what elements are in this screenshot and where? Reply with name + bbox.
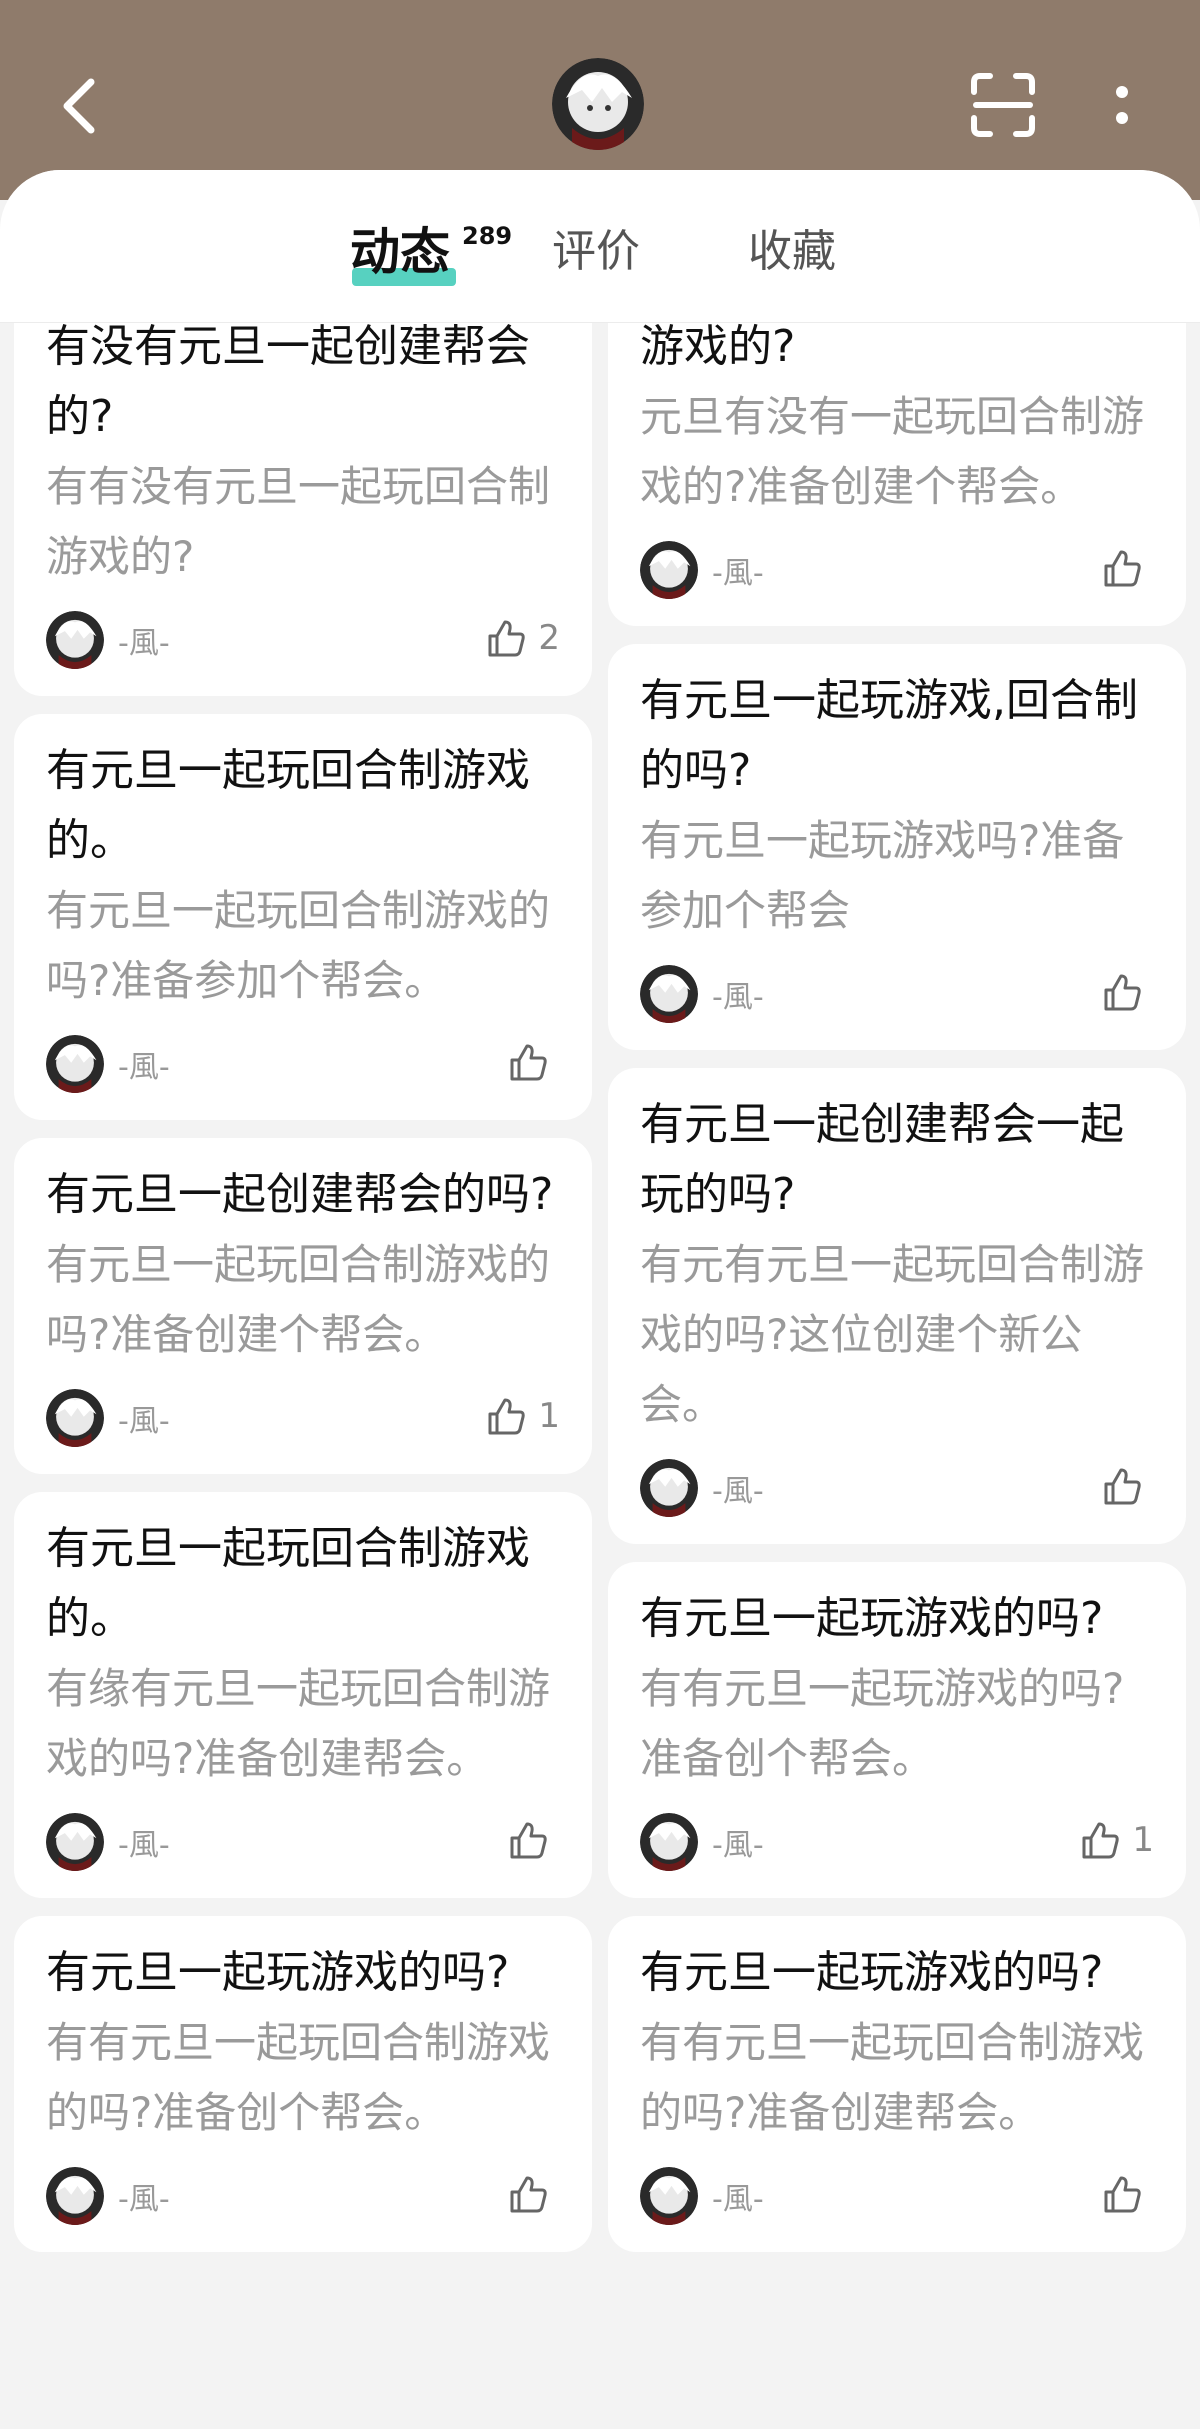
author-name[interactable]: -風-: [712, 972, 764, 1016]
like-button[interactable]: [1100, 2172, 1154, 2216]
like-count: 1: [1132, 1820, 1154, 1860]
like-count: 1: [538, 1396, 560, 1436]
author-avatar[interactable]: [46, 1813, 104, 1871]
post-title: 有元旦一起创建帮会的吗?: [46, 1169, 554, 1220]
back-chevron-icon[interactable]: [54, 76, 104, 136]
author-name[interactable]: -風-: [118, 1820, 170, 1864]
author-avatar[interactable]: [640, 2167, 698, 2225]
thumbs-up-icon: [506, 1040, 550, 1084]
author-name[interactable]: -風-: [118, 618, 170, 662]
author-avatar[interactable]: [640, 1813, 698, 1871]
like-button[interactable]: 1: [484, 1394, 560, 1438]
content-sheet: 动态 289 评价 收藏 有没有元旦一起创建帮会的? 有有没有元旦一起玩回合制游戏…: [0, 170, 1200, 2429]
like-button[interactable]: 2: [484, 616, 560, 660]
tab-dongtai[interactable]: 动态: [350, 222, 450, 282]
thumbs-up-icon: [484, 1394, 528, 1438]
post-meta: -風-: [640, 1458, 1154, 1518]
thumbs-up-icon: [506, 1818, 550, 1862]
tab-label: 评价: [552, 226, 640, 277]
tab-label: 收藏: [748, 226, 836, 277]
feed-column-left: 有没有元旦一起创建帮会的? 有有没有元旦一起玩回合制游戏的? -風- 2 有元旦一起玩回…: [14, 322, 592, 2270]
like-button[interactable]: [506, 1040, 560, 1084]
scan-icon[interactable]: [970, 72, 1036, 138]
post-body: 有有元旦一起玩回合制游戏的吗?准备创个帮会。: [46, 2018, 551, 2137]
author-avatar[interactable]: [640, 541, 698, 599]
author-name[interactable]: -風-: [118, 2174, 170, 2218]
thumbs-up-icon: [1100, 1464, 1144, 1508]
feed-column-right: 游戏的? 元旦有没有一起玩回合制游戏的?准备创建个帮会。 -風- 有元旦一起玩游戏,回…: [608, 322, 1186, 2270]
like-button[interactable]: [1100, 546, 1154, 590]
post-body: 有有元旦一起玩游戏的吗?准备创个帮会。: [640, 1664, 1125, 1783]
post-card[interactable]: 有没有元旦一起创建帮会的? 有有没有元旦一起玩回合制游戏的? -風- 2: [14, 322, 592, 696]
post-meta: -風- 1: [46, 1388, 560, 1448]
post-card[interactable]: 有元旦一起创建帮会的吗? 有元旦一起玩回合制游戏的吗?准备创建个帮会。 -風- 1: [14, 1138, 592, 1474]
post-body: 有元有元旦一起玩回合制游戏的吗?这位创建个新公会。: [640, 1240, 1145, 1429]
user-avatar[interactable]: [552, 58, 644, 150]
post-title: 有元旦一起玩游戏的吗?: [46, 1947, 510, 1998]
post-card[interactable]: 有元旦一起玩游戏的吗? 有有元旦一起玩回合制游戏的吗?准备创个帮会。 -風-: [14, 1916, 592, 2252]
tab-count-badge: 289: [462, 222, 513, 250]
author-avatar[interactable]: [46, 1035, 104, 1093]
like-button[interactable]: [1100, 970, 1154, 1014]
author-name[interactable]: -風-: [118, 1042, 170, 1086]
like-button[interactable]: 1: [1078, 1818, 1154, 1862]
like-button[interactable]: [1100, 1464, 1154, 1508]
author-name[interactable]: -風-: [712, 2174, 764, 2218]
post-card[interactable]: 游戏的? 元旦有没有一起玩回合制游戏的?准备创建个帮会。 -風-: [608, 322, 1186, 626]
thumbs-up-icon: [1100, 970, 1144, 1014]
post-title: 有元旦一起玩游戏,回合制的吗?: [640, 675, 1138, 796]
post-card[interactable]: 有元旦一起玩游戏,回合制的吗? 有元旦一起玩游戏吗?准备参加个帮会 -風-: [608, 644, 1186, 1050]
post-meta: -風-: [640, 2166, 1154, 2226]
post-card[interactable]: 有元旦一起玩游戏的吗? 有有元旦一起玩游戏的吗?准备创个帮会。 -風- 1: [608, 1562, 1186, 1898]
author-name[interactable]: -風-: [118, 1396, 170, 1440]
post-title: 有元旦一起创建帮会一起玩的吗?: [640, 1099, 1124, 1220]
post-card[interactable]: 有元旦一起玩回合制游戏的。 有元旦一起玩回合制游戏的吗?准备参加个帮会。 -風-: [14, 714, 592, 1120]
post-title: 有没有元旦一起创建帮会的?: [46, 322, 530, 442]
thumbs-up-icon: [506, 2172, 550, 2216]
thumbs-up-icon: [1100, 2172, 1144, 2216]
post-title: 有元旦一起玩回合制游戏的。: [46, 1523, 530, 1644]
tab-pingjia[interactable]: 评价: [552, 222, 640, 282]
post-title: 有元旦一起玩游戏的吗?: [640, 1947, 1104, 1998]
post-body: 有元旦一起玩回合制游戏的吗?准备创建个帮会。: [46, 1240, 551, 1359]
post-meta: -風- 1: [640, 1812, 1154, 1872]
post-meta: -風-: [46, 1812, 560, 1872]
more-vertical-icon[interactable]: [1108, 84, 1136, 128]
post-body: 有有元旦一起玩回合制游戏的吗?准备创建帮会。: [640, 2018, 1145, 2137]
post-title: 有元旦一起玩游戏的吗?: [640, 1593, 1104, 1644]
post-card[interactable]: 有元旦一起玩游戏的吗? 有有元旦一起玩回合制游戏的吗?准备创建帮会。 -風-: [608, 1916, 1186, 2252]
post-body: 有元旦一起玩游戏吗?准备参加个帮会: [640, 816, 1125, 935]
post-card[interactable]: 有元旦一起玩回合制游戏的。 有缘有元旦一起玩回合制游戏的吗?准备创建帮会。 -風-: [14, 1492, 592, 1898]
like-button[interactable]: [506, 1818, 560, 1862]
post-title: 有元旦一起玩回合制游戏的。: [46, 745, 530, 866]
author-avatar[interactable]: [46, 1389, 104, 1447]
post-body: 元旦有没有一起玩回合制游戏的?准备创建个帮会。: [640, 392, 1145, 511]
like-count: 2: [538, 618, 560, 658]
author-name[interactable]: -風-: [712, 1466, 764, 1510]
like-button[interactable]: [506, 2172, 560, 2216]
author-name[interactable]: -風-: [712, 548, 764, 592]
thumbs-up-icon: [1100, 546, 1144, 590]
tab-bar: 动态 289 评价 收藏: [0, 170, 1200, 323]
author-avatar[interactable]: [640, 1459, 698, 1517]
post-meta: -風-: [46, 1034, 560, 1094]
post-body: 有缘有元旦一起玩回合制游戏的吗?准备创建帮会。: [46, 1664, 551, 1783]
post-title: 游戏的?: [640, 322, 796, 372]
tab-shoucang[interactable]: 收藏: [748, 222, 836, 282]
post-card[interactable]: 有元旦一起创建帮会一起玩的吗? 有元有元旦一起玩回合制游戏的吗?这位创建个新公会。…: [608, 1068, 1186, 1544]
post-body: 有有没有元旦一起玩回合制游戏的?: [46, 462, 551, 581]
post-body: 有元旦一起玩回合制游戏的吗?准备参加个帮会。: [46, 886, 551, 1005]
post-meta: -風-: [640, 540, 1154, 600]
tab-label: 动态: [350, 223, 450, 281]
post-feed[interactable]: 有没有元旦一起创建帮会的? 有有没有元旦一起玩回合制游戏的? -風- 2 有元旦一起玩回…: [0, 322, 1200, 2429]
post-meta: -風-: [46, 2166, 560, 2226]
author-avatar[interactable]: [640, 965, 698, 1023]
author-name[interactable]: -風-: [712, 1820, 764, 1864]
thumbs-up-icon: [484, 616, 528, 660]
post-meta: -風- 2: [46, 610, 560, 670]
post-meta: -風-: [640, 964, 1154, 1024]
author-avatar[interactable]: [46, 2167, 104, 2225]
author-avatar[interactable]: [46, 611, 104, 669]
thumbs-up-icon: [1078, 1818, 1122, 1862]
